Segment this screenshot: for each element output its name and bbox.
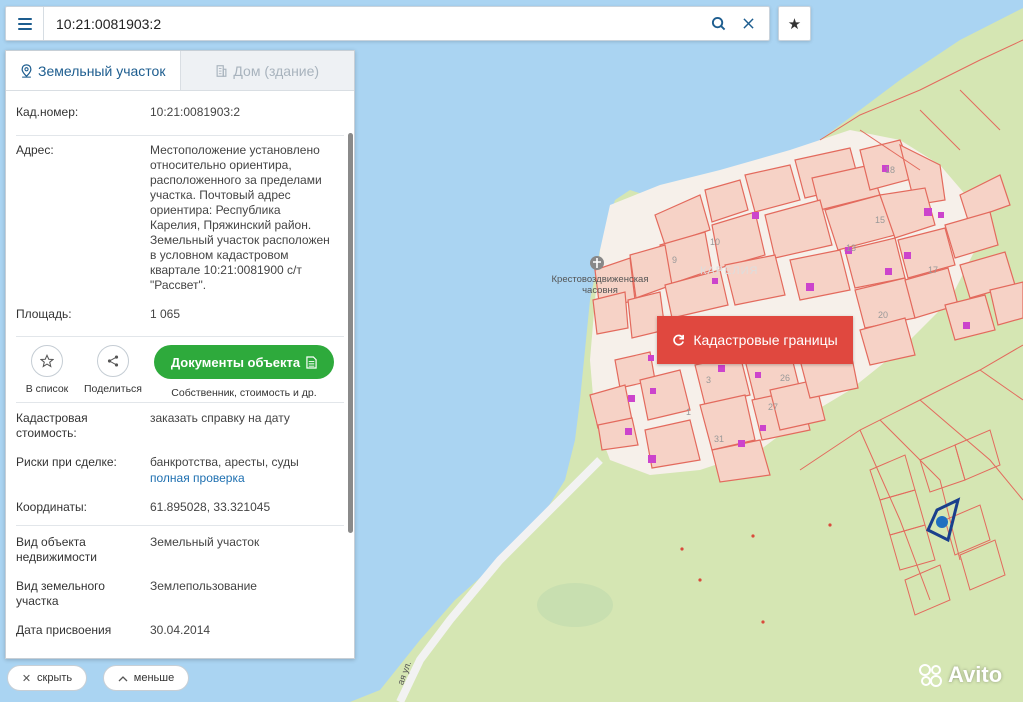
coords-label: Координаты:: [16, 500, 87, 514]
refresh-icon: [673, 334, 685, 346]
document-icon: [306, 355, 317, 369]
action-bar: В список Поделиться Документы объекта Со…: [6, 337, 354, 399]
tab-land-plot-label: Земельный участок: [38, 62, 166, 79]
hide-label: скрыть: [37, 672, 73, 684]
date-row: Дата присвоения 30.04.2014: [6, 623, 354, 648]
object-type-label: Вид объекта недвижимости: [16, 535, 97, 564]
clear-search-button[interactable]: [733, 7, 763, 40]
avito-text: Avito: [948, 662, 1003, 687]
add-to-list-button[interactable]: [31, 345, 63, 377]
close-icon: [742, 18, 754, 29]
risks-row: Риски при сделке: банкротства, аресты, с…: [6, 455, 354, 500]
share-label: Поделиться: [84, 383, 142, 395]
parcel: [592, 291, 629, 335]
parcel-number: 10: [710, 237, 721, 247]
area-value: 1 065: [150, 307, 181, 321]
favorites-button[interactable]: ★: [778, 6, 811, 41]
location-pin-icon: [21, 63, 32, 78]
parcel-number: 27: [768, 402, 779, 412]
cad-number-row: Кад.номер: 10:21:0081903:2: [6, 91, 354, 135]
star-outline-icon: [40, 354, 54, 368]
share-icon: [107, 355, 119, 367]
chapel-label: Крестовоздвиженская часовня: [551, 274, 649, 296]
parcel-number: 26: [780, 373, 791, 383]
parcel-number: 17: [928, 265, 939, 275]
parcel-number: 18: [885, 165, 896, 175]
menu-icon: [17, 17, 32, 30]
close-icon: ✕: [21, 672, 32, 685]
share-button[interactable]: [97, 345, 129, 377]
parcel-number: 3: [706, 375, 712, 385]
building-icon: [216, 64, 227, 77]
search-input[interactable]: [44, 7, 703, 40]
land-type-label: Вид земельного участка: [16, 579, 105, 608]
object-type-row: Вид объекта недвижимости Земельный участ…: [6, 526, 354, 579]
village-label: КАРЕЛИЯ: [700, 265, 759, 277]
panel-tabs: Земельный участок Дом (здание): [6, 51, 354, 91]
date-label: Дата присвоения: [16, 623, 112, 637]
date-value: 30.04.2014: [150, 623, 211, 637]
add-to-list-label: В список: [25, 383, 69, 395]
cad-number-label: Кад.номер:: [16, 105, 79, 119]
collapse-panel-button[interactable]: меньше: [103, 665, 189, 691]
selected-parcel-marker: [936, 516, 948, 528]
area-row: Площадь: 1 065: [6, 307, 354, 336]
parcel-number: 31: [714, 434, 725, 444]
search-bar: [5, 6, 770, 41]
land-type-row: Вид земельного участка Землепользование: [6, 579, 354, 623]
cad-value-row: Кадастровая стоимость: заказать справку …: [6, 403, 354, 455]
address-label: Адрес:: [16, 143, 54, 157]
hide-panel-button[interactable]: ✕ скрыть: [7, 665, 87, 691]
search-button[interactable]: [703, 7, 733, 40]
documents-button-label: Документы объекта: [170, 354, 301, 370]
info-panel: Земельный участок Дом (здание) Кад.номер…: [5, 50, 355, 659]
panel-body[interactable]: Кад.номер: 10:21:0081903:2 Адрес: Местоп…: [6, 91, 354, 658]
parcel-number: 20: [878, 310, 889, 320]
risks-value-group: банкротства, аресты, суды полная проверк…: [150, 455, 344, 486]
cadastral-borders-button[interactable]: Кадастровые границы: [657, 316, 853, 364]
risks-label: Риски при сделке:: [16, 455, 117, 469]
coords-row: Координаты: 61.895028, 33.321045: [6, 500, 354, 525]
parcel-number: 13: [846, 243, 857, 253]
address-row: Адрес: Местоположение установлено относи…: [6, 136, 354, 307]
pond: [537, 583, 613, 627]
add-to-list-action[interactable]: В список: [16, 345, 78, 395]
parcel-number: 15: [875, 215, 886, 225]
share-action[interactable]: Поделиться: [82, 345, 144, 395]
parcel-number: 9: [672, 255, 678, 265]
full-check-link[interactable]: полная проверка: [150, 471, 334, 486]
land-type-value: Землепользование: [150, 579, 257, 593]
object-type-value: Земельный участок: [150, 535, 260, 549]
coords-value: 61.895028, 33.321045: [150, 500, 271, 514]
cad-value-label: Кадастровая стоимость:: [16, 411, 88, 440]
parcel-number: 1: [686, 407, 692, 417]
panel-scrollbar[interactable]: [348, 133, 353, 533]
area-label: Площадь:: [16, 307, 72, 321]
address-value: Местоположение установлено относительно …: [150, 143, 330, 292]
star-icon: ★: [787, 15, 802, 33]
cadastral-borders-label: Кадастровые границы: [693, 332, 838, 348]
tab-land-plot[interactable]: Земельный участок: [6, 51, 180, 90]
search-icon: [711, 16, 725, 31]
order-certificate-link[interactable]: заказать справку на дату: [150, 411, 344, 441]
tab-building[interactable]: Дом (здание): [179, 51, 354, 90]
avito-logo-icon: [919, 664, 942, 687]
documents-subtitle: Собственник, стоимость и др.: [171, 387, 317, 399]
menu-button[interactable]: [6, 7, 44, 40]
cad-number-link[interactable]: 10:21:0081903:2: [150, 105, 344, 120]
documents-section: Документы объекта Собственник, стоимость…: [154, 345, 334, 399]
documents-button[interactable]: Документы объекта: [154, 345, 334, 379]
risks-value: банкротства, аресты, суды: [150, 455, 299, 469]
chevron-up-icon: [118, 675, 128, 681]
tab-building-label: Дом (здание): [233, 62, 320, 79]
less-label: меньше: [133, 672, 175, 684]
avito-watermark: Avito: [918, 662, 1002, 688]
